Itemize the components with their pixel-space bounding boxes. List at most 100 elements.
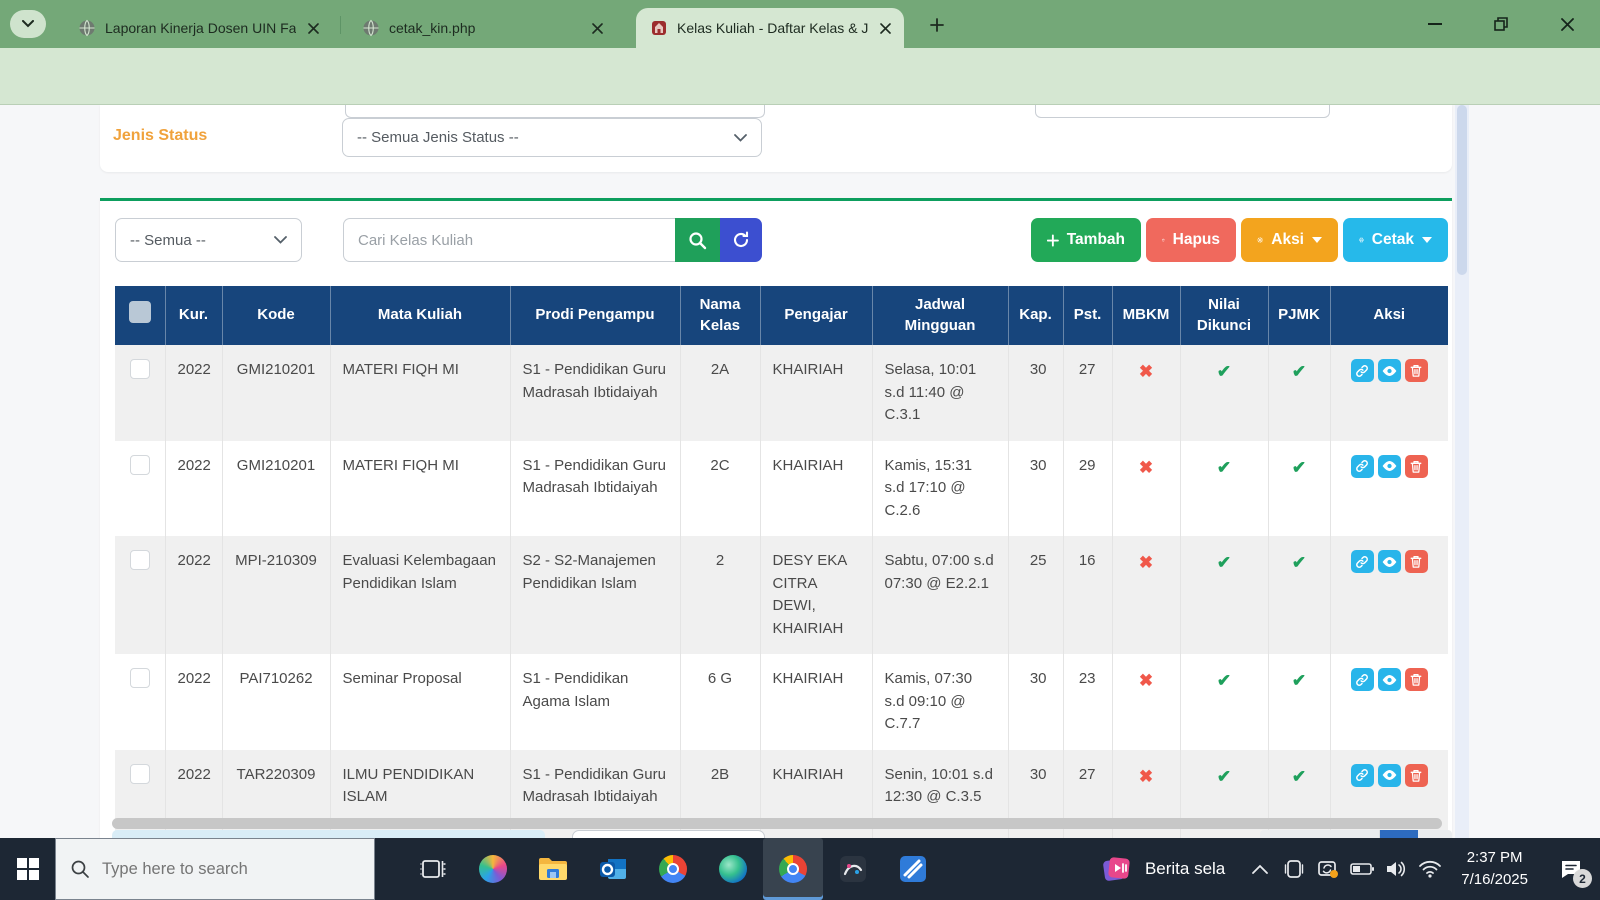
scope-select-value: -- Semua -- — [130, 232, 206, 249]
edge-button[interactable] — [703, 838, 763, 900]
cutoff-select-left[interactable] — [345, 105, 765, 118]
clock-time: 2:37 PM — [1461, 847, 1528, 869]
link-icon — [1355, 555, 1369, 569]
pagination-prev[interactable] — [1260, 830, 1380, 838]
tab-laporan-kinerja[interactable]: Laporan Kinerja Dosen UIN Fatr — [64, 8, 332, 48]
table-row: 2022MPI-210309Evaluasi Kelembagaan Pendi… — [115, 536, 1448, 654]
cetak-button[interactable]: Cetak — [1343, 218, 1448, 262]
jenis-status-select[interactable]: -- Semua Jenis Status -- — [342, 118, 762, 157]
pjmk-status-icon: ✔ — [1292, 458, 1306, 477]
view-action-button[interactable] — [1378, 550, 1401, 573]
battery-icon[interactable] — [1345, 838, 1379, 900]
link-action-button[interactable] — [1351, 668, 1374, 691]
cell-kap: 30 — [1008, 654, 1063, 750]
news-widget-icon — [1101, 854, 1133, 884]
page-size-select[interactable] — [572, 830, 765, 838]
select-all-checkbox[interactable] — [129, 301, 151, 323]
header-kur: Kur. — [165, 286, 222, 345]
cell-mata-kuliah: MATERI FIQH MI — [330, 441, 510, 537]
restore-button[interactable] — [1468, 0, 1534, 48]
chrome-button[interactable] — [643, 838, 703, 900]
table-header: Kur. Kode Mata Kuliah Prodi Pengampu Nam… — [115, 286, 1448, 345]
cell-kur: 2022 — [165, 345, 222, 441]
pagination[interactable] — [1260, 830, 1452, 838]
row-checkbox[interactable] — [130, 764, 150, 784]
scrollbar-thumb[interactable] — [1457, 105, 1467, 275]
cell-nama-kelas: 2 — [680, 536, 760, 654]
hapus-button[interactable]: Hapus — [1146, 218, 1236, 262]
tab-cetak-kin[interactable]: cetak_kin.php — [348, 8, 616, 48]
nilai-dikunci-status-icon: ✔ — [1217, 671, 1231, 690]
view-action-button[interactable] — [1378, 764, 1401, 787]
cell-kode: MPI-210309 — [222, 536, 330, 654]
tab-close-icon[interactable] — [876, 19, 894, 37]
view-action-button[interactable] — [1378, 455, 1401, 478]
notification-button[interactable]: 2 — [1542, 838, 1600, 900]
tray-expand-button[interactable] — [1243, 838, 1277, 900]
tab-title: cetak_kin.php — [389, 20, 580, 36]
header-mata-kuliah: Mata Kuliah — [330, 286, 510, 345]
row-checkbox[interactable] — [130, 359, 150, 379]
refresh-button[interactable] — [720, 218, 762, 262]
tab-close-icon[interactable] — [304, 19, 322, 37]
delete-action-button[interactable] — [1405, 764, 1428, 787]
app-dark-button[interactable] — [823, 838, 883, 900]
phone-link-icon[interactable] — [1277, 838, 1311, 900]
cutoff-select-right[interactable] — [1035, 105, 1330, 118]
cell-jadwal: Kamis, 15:31 s.d 17:10 @ C.2.6 — [872, 441, 1008, 537]
start-button[interactable] — [0, 838, 55, 900]
row-checkbox[interactable] — [130, 668, 150, 688]
app-blue-button[interactable] — [883, 838, 943, 900]
link-action-button[interactable] — [1351, 550, 1374, 573]
kelas-table: Kur. Kode Mata Kuliah Prodi Pengampu Nam… — [115, 286, 1448, 838]
tab-close-icon[interactable] — [588, 19, 606, 37]
view-action-button[interactable] — [1378, 668, 1401, 691]
cell-kap: 25 — [1008, 536, 1063, 654]
task-view-button[interactable] — [403, 838, 463, 900]
file-explorer-button[interactable] — [523, 838, 583, 900]
minimize-button[interactable] — [1402, 0, 1468, 48]
volume-icon[interactable] — [1379, 838, 1413, 900]
copilot-icon — [479, 855, 507, 883]
header-prodi-pengampu: Prodi Pengampu — [510, 286, 680, 345]
new-tab-button[interactable] — [925, 13, 949, 37]
taskbar-clock[interactable]: 2:37 PM 7/16/2025 — [1447, 847, 1542, 891]
wifi-icon[interactable] — [1413, 838, 1447, 900]
view-action-button[interactable] — [1378, 359, 1401, 382]
page-scrollbar[interactable] — [1455, 105, 1469, 838]
close-button[interactable] — [1534, 0, 1600, 48]
tab-kelas-kuliah-active[interactable]: Kelas Kuliah - Daftar Kelas & Ja — [636, 8, 904, 48]
delete-action-button[interactable] — [1405, 550, 1428, 573]
row-checkbox[interactable] — [130, 550, 150, 570]
taskbar-search-input[interactable] — [102, 860, 342, 879]
news-widget[interactable]: Berita sela — [1083, 854, 1243, 884]
cell-pengajar: DESY EKA CITRA DEWI, KHAIRIAH — [760, 536, 872, 654]
row-checkbox[interactable] — [130, 455, 150, 475]
tab-search-button[interactable] — [10, 10, 46, 38]
header-nama-kelas: Nama Kelas — [680, 286, 760, 345]
table-scrollbar[interactable] — [112, 818, 1442, 829]
delete-action-button[interactable] — [1405, 359, 1428, 382]
action-buttons: Tambah Hapus Aksi Cetak — [1031, 218, 1448, 262]
mbkm-status-icon: ✖ — [1139, 458, 1153, 477]
search-button[interactable] — [675, 218, 720, 262]
copilot-button[interactable] — [463, 838, 523, 900]
aksi-button[interactable]: Aksi — [1241, 218, 1338, 262]
taskbar-search[interactable] — [55, 838, 375, 900]
delete-action-button[interactable] — [1405, 455, 1428, 478]
trash-icon — [1410, 673, 1422, 686]
chrome-active-button[interactable] — [763, 838, 823, 900]
scope-select[interactable]: -- Semua -- — [115, 218, 302, 262]
link-action-button[interactable] — [1351, 359, 1374, 382]
mbkm-status-icon: ✖ — [1139, 362, 1153, 381]
file-explorer-icon — [538, 856, 568, 882]
search-input[interactable] — [343, 218, 675, 262]
delete-action-button[interactable] — [1405, 668, 1428, 691]
outlook-button[interactable] — [583, 838, 643, 900]
pagination-page-active[interactable] — [1380, 830, 1418, 838]
tambah-button[interactable]: Tambah — [1031, 218, 1141, 262]
link-action-button[interactable] — [1351, 455, 1374, 478]
sync-status-icon[interactable] — [1311, 838, 1345, 900]
pagination-next[interactable] — [1418, 830, 1452, 838]
link-action-button[interactable] — [1351, 764, 1374, 787]
